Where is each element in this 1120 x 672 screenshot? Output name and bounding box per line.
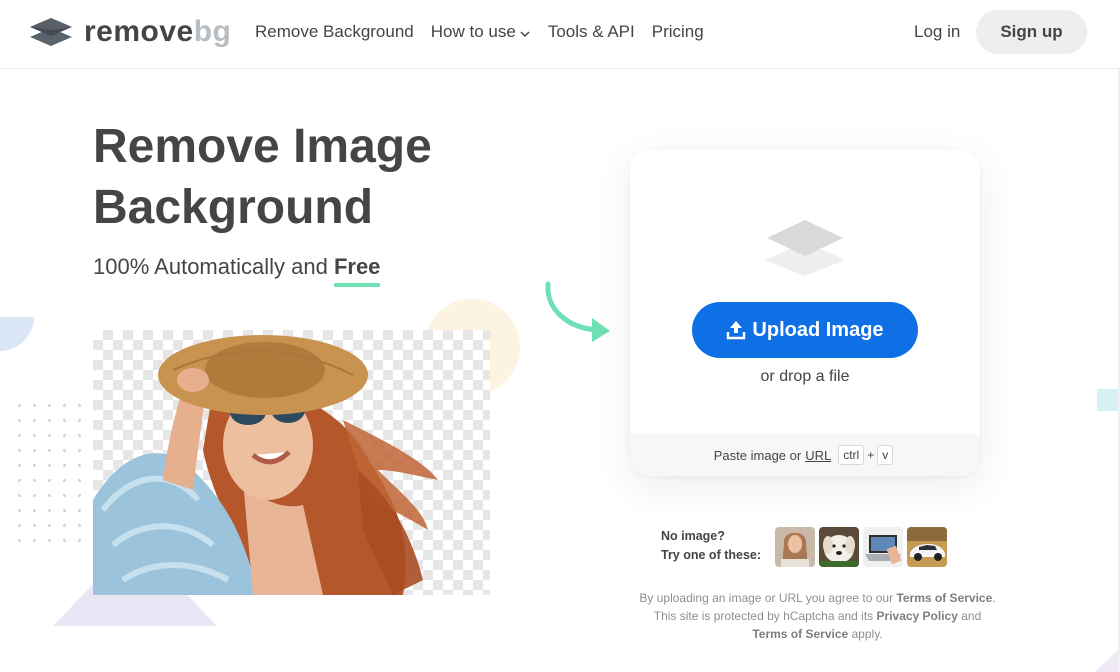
nav-tools-api-label: Tools & API [547, 22, 635, 41]
sample-thumb-laptop[interactable] [863, 527, 903, 567]
nav-how-to-use-label: How to use [430, 22, 516, 41]
sample-thumb-dog[interactable] [819, 527, 859, 567]
key-plus: + [867, 448, 875, 462]
legal-text-5: apply. [848, 627, 883, 641]
privacy-policy-link[interactable]: Privacy Policy [877, 609, 958, 623]
terms-of-service-link[interactable]: Terms of Service [896, 591, 992, 605]
free-underline [333, 283, 381, 287]
decor-cyan-square [1097, 389, 1120, 411]
drop-file-text: or drop a file [760, 368, 850, 385]
login-link[interactable]: Log in [914, 20, 960, 44]
sample-thumbnails [775, 527, 947, 567]
legal-text-4: and [957, 609, 982, 623]
hero-title-line2: Background [93, 181, 374, 234]
key-ctrl: ctrl [838, 445, 865, 465]
nav-tools-api[interactable]: Tools & API [548, 20, 635, 44]
hero-subtitle: 100% Automatically and Free [93, 252, 381, 287]
nav-remove-background-label: Remove Background [255, 22, 414, 41]
hero-subtitle-free: Free [333, 252, 381, 287]
key-v: v [877, 445, 894, 465]
sample-thumb-car[interactable] [907, 527, 947, 567]
curved-arrow-icon [545, 281, 610, 342]
paste-hint: Paste image or URL ctrl + v [630, 434, 980, 476]
sample-prompt: No image? Try one of these: [661, 527, 761, 565]
sample-prompt-line1: No image? [661, 529, 725, 543]
upload-card[interactable]: Upload Image or drop a file Paste image … [630, 150, 980, 476]
decor-dot-grid [12, 398, 92, 548]
site-header: removebg Remove Background How to use To… [0, 0, 1120, 69]
logo[interactable]: removebg [28, 14, 231, 50]
paste-hint-text: Paste image or [713, 447, 802, 463]
hero-subtitle-prefix: 100% Automatically and [93, 254, 334, 279]
legal-text-1: By uploading an image or URL you agree t… [639, 591, 897, 605]
chevron-down-icon [520, 30, 530, 37]
upload-image-button[interactable]: Upload Image [692, 302, 918, 358]
hero-example-image [93, 330, 490, 595]
legal-text-2: . [992, 591, 996, 605]
decor-blue-semicircle [0, 317, 34, 353]
page: removebg Remove Background How to use To… [0, 0, 1120, 672]
legal-notice: By uploading an image or URL you agree t… [620, 589, 1015, 643]
paste-url-link[interactable]: URL [805, 448, 831, 463]
upload-icon [727, 321, 746, 340]
layers-icon [765, 220, 845, 276]
decor-corner-triangle [1095, 648, 1120, 672]
logo-text-bg: bg [193, 15, 232, 48]
signup-button[interactable]: Sign up [976, 10, 1087, 54]
hero-title: Remove Image Background [93, 116, 533, 238]
nav-remove-background[interactable]: Remove Background [255, 20, 414, 44]
nav-pricing-label: Pricing [651, 22, 704, 41]
logo-text-remove: remove [84, 15, 194, 48]
sample-prompt-line2: Try one of these: [661, 548, 762, 562]
removebg-logo-icon [30, 18, 72, 46]
logo-text: removebg [84, 14, 231, 50]
terms-of-service-link-2[interactable]: Terms of Service [752, 627, 848, 641]
nav-pricing[interactable]: Pricing [652, 20, 704, 44]
sample-thumb-woman[interactable] [775, 527, 815, 567]
woman-with-hat-illustration [93, 335, 438, 595]
upload-image-label: Upload Image [752, 318, 884, 341]
nav-how-to-use[interactable]: How to use [431, 20, 531, 44]
hero-subtitle-free-text: Free [333, 254, 381, 279]
hero-title-line1: Remove Image [93, 120, 432, 173]
legal-text-3: This site is protected by hCaptcha and i… [653, 609, 877, 623]
main-nav: Remove Background How to use Tools & API… [255, 20, 721, 44]
